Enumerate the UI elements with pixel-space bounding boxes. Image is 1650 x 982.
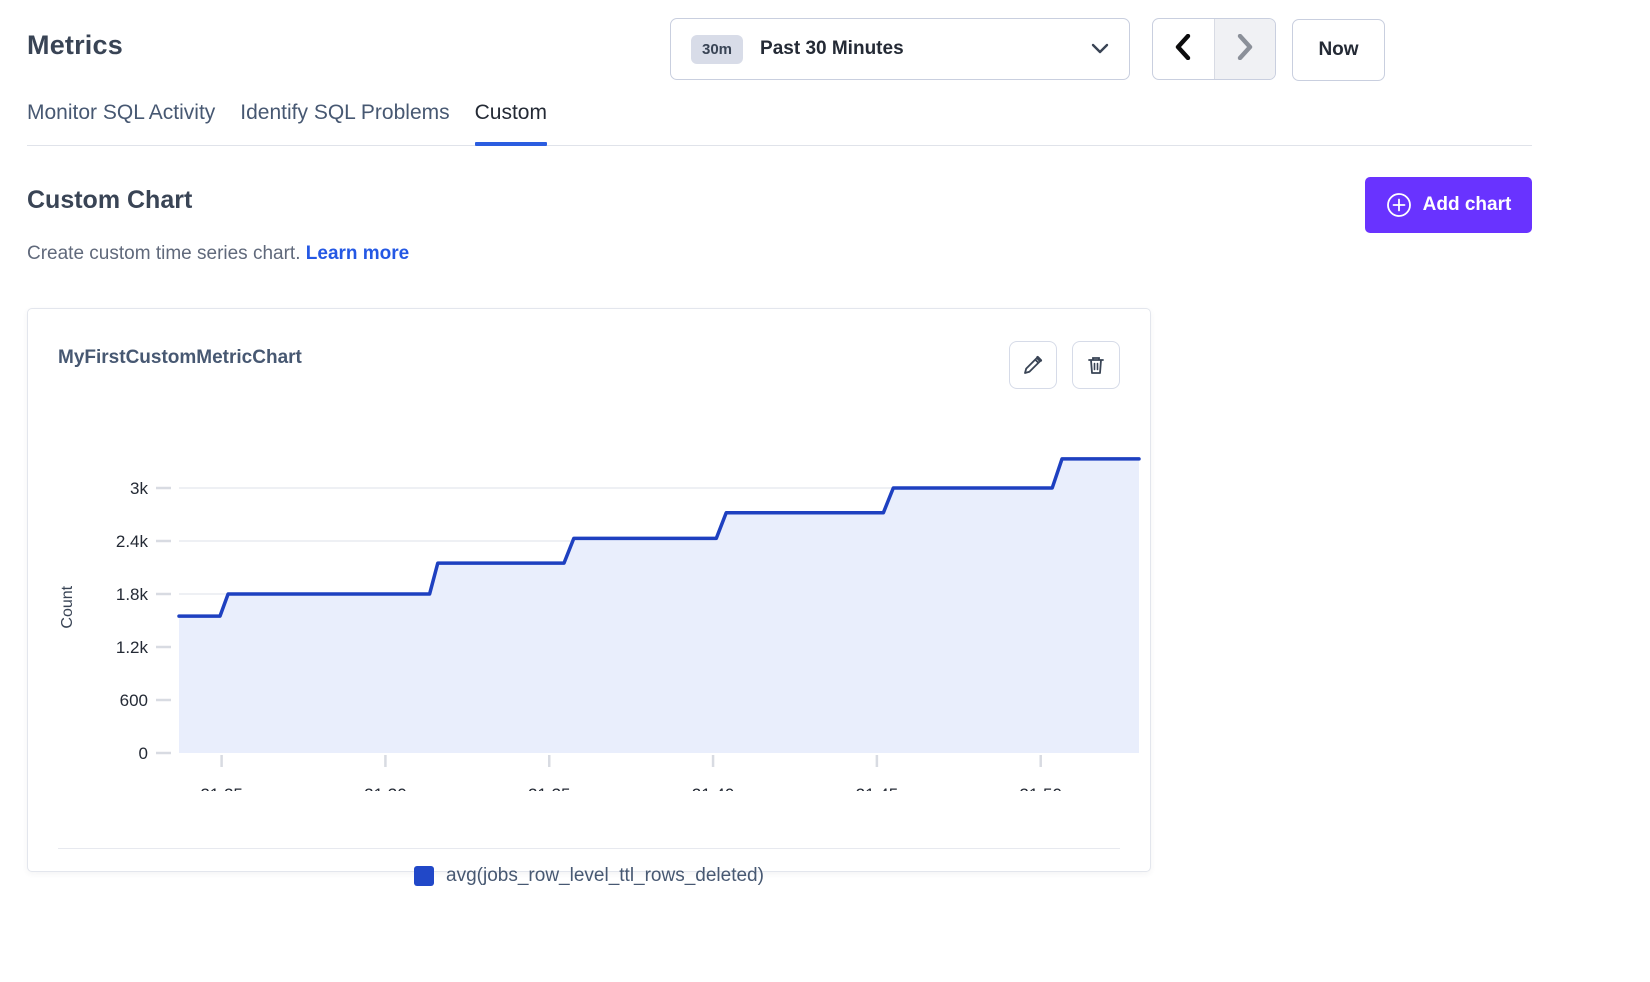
pencil-icon	[1022, 354, 1044, 376]
svg-text:21:50: 21:50	[1019, 785, 1062, 791]
section-title: Custom Chart	[27, 186, 192, 215]
edit-chart-button[interactable]	[1009, 341, 1057, 389]
tab-custom[interactable]: Custom	[475, 101, 547, 145]
trash-icon	[1085, 354, 1107, 376]
time-window-nav	[1152, 18, 1276, 80]
chart-legend: avg(jobs_row_level_ttl_rows_deleted)	[28, 865, 1150, 887]
legend-swatch	[414, 866, 434, 886]
chart-title: MyFirstCustomMetricChart	[58, 347, 302, 369]
chevron-right-icon	[1237, 34, 1253, 65]
svg-text:0: 0	[139, 744, 148, 763]
delete-chart-button[interactable]	[1072, 341, 1120, 389]
svg-text:3k: 3k	[130, 479, 148, 498]
custom-chart-card: MyFirstCustomMetricChart 0 600 1.2k 1.8k 2.4…	[27, 308, 1151, 872]
section-subtitle: Create custom time series chart. Learn m…	[27, 243, 409, 265]
now-button[interactable]: Now	[1292, 19, 1385, 81]
legend-divider	[58, 848, 1120, 849]
time-range-badge: 30m	[691, 35, 743, 64]
add-chart-label: Add chart	[1423, 194, 1512, 216]
tab-monitor-sql-activity[interactable]: Monitor SQL Activity	[27, 101, 215, 145]
chevron-down-icon	[1091, 43, 1109, 55]
add-chart-button[interactable]: Add chart	[1365, 177, 1532, 233]
metrics-page: Metrics 30m Past 30 Minutes Now Monitor …	[0, 0, 1650, 982]
page-title: Metrics	[27, 30, 123, 61]
svg-text:21:45: 21:45	[856, 785, 899, 791]
chevron-left-icon	[1175, 34, 1191, 65]
learn-more-link[interactable]: Learn more	[306, 243, 409, 264]
legend-label: avg(jobs_row_level_ttl_rows_deleted)	[446, 865, 764, 887]
svg-text:21:30: 21:30	[364, 785, 407, 791]
next-time-button[interactable]	[1214, 19, 1276, 79]
time-range-dropdown[interactable]: 30m Past 30 Minutes	[670, 18, 1130, 80]
svg-text:21:35: 21:35	[528, 785, 571, 791]
svg-text:1.2k: 1.2k	[116, 638, 149, 657]
svg-text:21:40: 21:40	[692, 785, 735, 791]
svg-text:1.8k: 1.8k	[116, 585, 149, 604]
plus-circle-icon	[1386, 192, 1412, 218]
tab-identify-sql-problems[interactable]: Identify SQL Problems	[240, 101, 449, 145]
previous-time-button[interactable]	[1153, 19, 1214, 79]
section-subtitle-text: Create custom time series chart.	[27, 243, 300, 264]
time-range-label: Past 30 Minutes	[760, 38, 904, 60]
time-series-chart[interactable]: 0 600 1.2k 1.8k 2.4k 3k 21:25 21:30 21:35 21:40 21…	[58, 431, 1152, 791]
svg-text:21:25: 21:25	[200, 785, 243, 791]
tabs-bar: Monitor SQL Activity Identify SQL Problem…	[27, 101, 1532, 146]
svg-text:2.4k: 2.4k	[116, 532, 149, 551]
svg-text:Count: Count	[59, 585, 76, 628]
svg-text:600: 600	[120, 691, 148, 710]
